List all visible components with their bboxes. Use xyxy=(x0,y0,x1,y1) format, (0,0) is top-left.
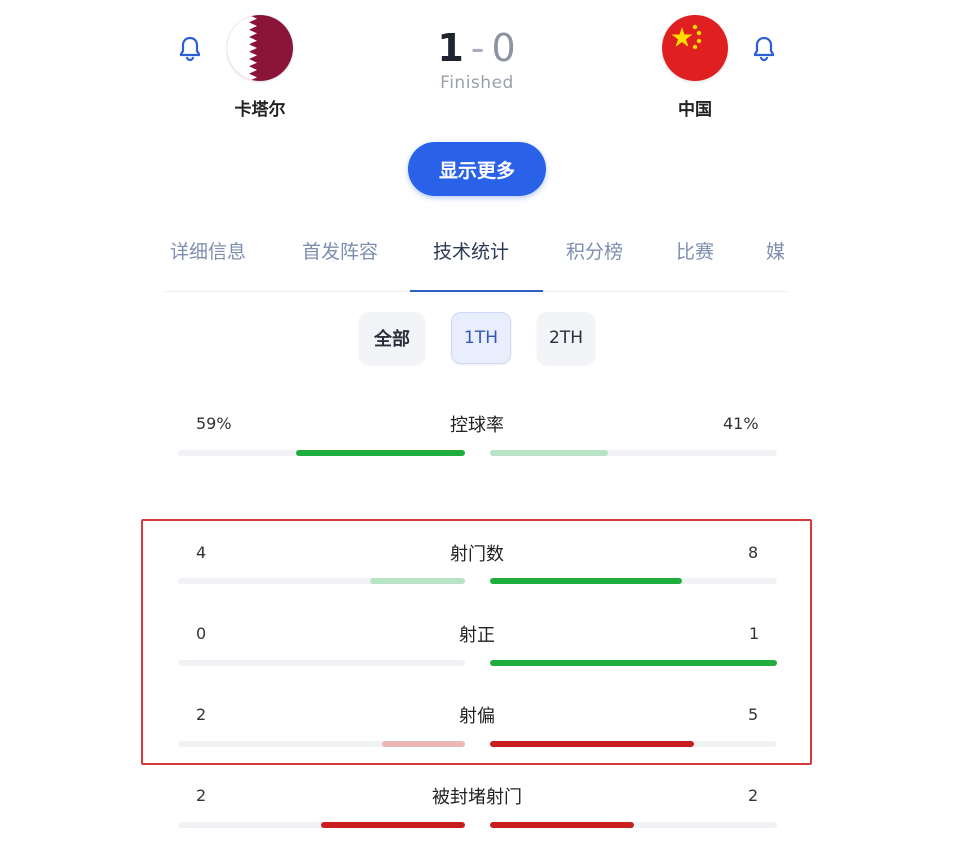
tab-media[interactable]: 媒 xyxy=(766,237,785,264)
period-1th-button[interactable]: 1TH xyxy=(451,312,511,364)
stat-possession-away-bar xyxy=(490,450,608,456)
stat-blocked-home: 2 xyxy=(196,786,207,805)
period-2th-button[interactable]: 2TH xyxy=(537,312,595,364)
show-more-button[interactable]: 显示更多 xyxy=(408,142,546,196)
score-separator: - xyxy=(470,26,486,70)
stat-blocked-away-bar xyxy=(490,822,634,828)
active-tab-indicator xyxy=(410,290,543,292)
stat-blocked-home-bar xyxy=(321,822,465,828)
home-team-name: 卡塔尔 xyxy=(234,100,286,120)
stat-possession-away: 41% xyxy=(723,414,759,433)
match-score: 1-0 xyxy=(377,26,577,70)
tab-standings[interactable]: 积分榜 xyxy=(566,237,623,264)
stat-possession-away-track xyxy=(490,450,777,456)
qatar-flag-icon xyxy=(227,15,293,81)
away-notify-bell-icon[interactable] xyxy=(748,33,780,65)
stat-blocked-home-track xyxy=(178,822,465,828)
tab-statistics[interactable]: 技术统计 xyxy=(433,237,509,264)
stat-blocked-away-track xyxy=(490,822,777,828)
stat-possession-label: 控球率 xyxy=(450,415,504,436)
stat-possession-home-bar xyxy=(296,450,465,456)
tab-lineups[interactable]: 首发阵容 xyxy=(302,237,378,264)
stat-blocked-label: 被封堵射门 xyxy=(432,787,522,808)
home-notify-bell-icon[interactable] xyxy=(174,33,206,65)
shots-highlight-box xyxy=(141,519,812,765)
period-all-button[interactable]: 全部 xyxy=(359,312,425,364)
tab-bar: 详细信息 首发阵容 技术统计 积分榜 比赛 媒 xyxy=(165,225,787,292)
away-score: 0 xyxy=(491,26,517,70)
tab-details[interactable]: 详细信息 xyxy=(170,237,246,264)
stat-possession-home: 59% xyxy=(196,414,232,433)
stat-blocked-away: 2 xyxy=(748,786,759,805)
tab-matches[interactable]: 比赛 xyxy=(676,237,714,264)
stat-possession-home-track xyxy=(178,450,465,456)
match-status: Finished xyxy=(440,73,514,93)
china-flag-icon xyxy=(662,15,728,81)
home-score: 1 xyxy=(437,26,465,70)
away-team-name: 中国 xyxy=(678,100,712,120)
